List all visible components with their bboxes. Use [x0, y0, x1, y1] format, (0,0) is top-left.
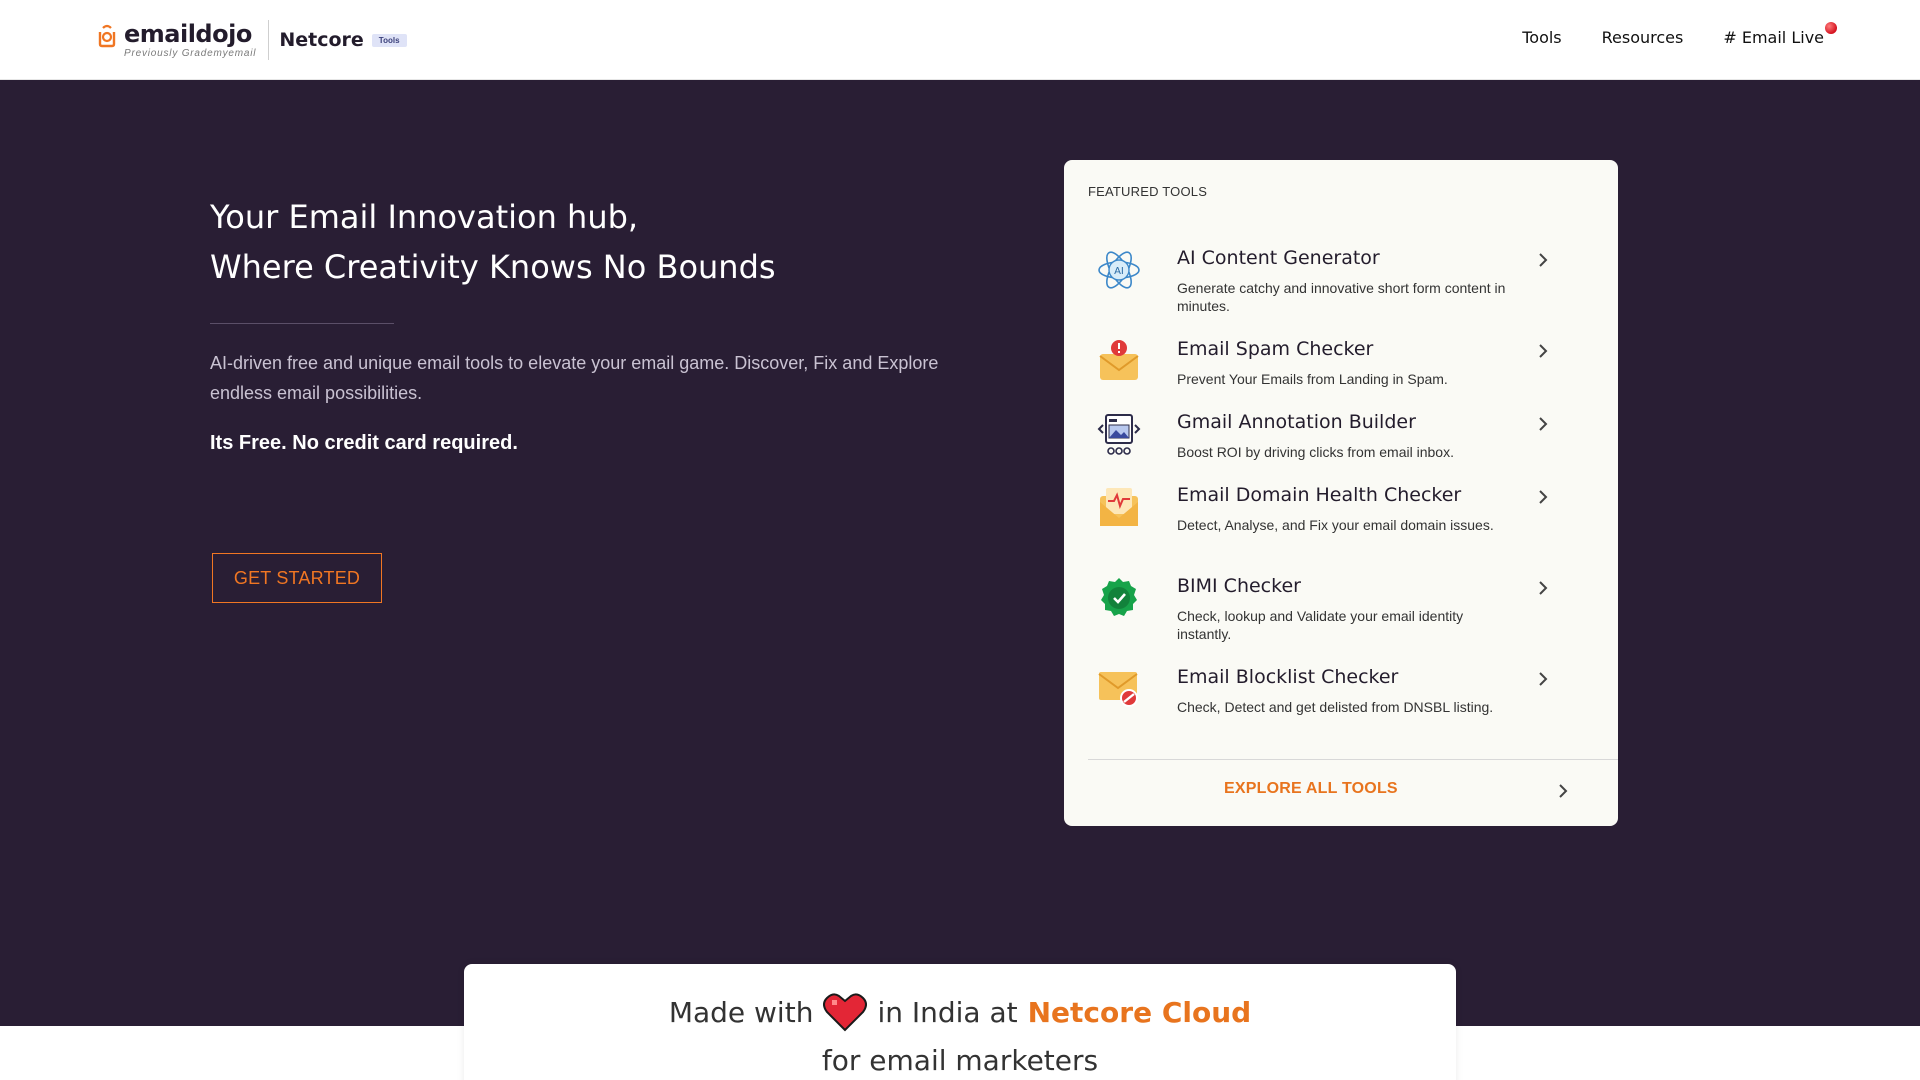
- partner-name: Netcore: [279, 29, 364, 51]
- for-marketers-text: for email marketers: [821, 1044, 1099, 1077]
- heart-icon: [823, 993, 868, 1032]
- tool-title: Gmail Annotation Builder: [1177, 411, 1416, 433]
- card-footer-divider: [1088, 759, 1618, 760]
- tool-description: Boost ROI by driving clicks from email i…: [1177, 444, 1454, 460]
- featured-tools-card: FEATURED TOOLS AI AI Content Generator G…: [1064, 160, 1618, 826]
- logo-text: emaildojo: [124, 20, 252, 48]
- top-header: emaildojo Previously Grademyemail Netcor…: [0, 0, 1920, 80]
- chevron-right-icon: [1539, 490, 1548, 504]
- tool-description: Prevent Your Emails from Landing in Spam…: [1177, 371, 1448, 387]
- tool-bimi-checker[interactable]: BIMI Checker Check, lookup and Validate …: [1088, 575, 1588, 655]
- explore-all-tools-link[interactable]: EXPLORE ALL TOOLS: [1224, 780, 1398, 798]
- chevron-right-icon: [1539, 672, 1548, 686]
- get-started-button[interactable]: GET STARTED: [212, 553, 382, 603]
- tool-title: AI Content Generator: [1177, 247, 1380, 269]
- tool-description: Check, lookup and Validate your email id…: [1177, 608, 1464, 642]
- spam-envelope-icon: [1099, 340, 1139, 380]
- chevron-right-icon: [1539, 344, 1548, 358]
- tool-email-domain-health-checker[interactable]: Email Domain Health Checker Detect, Anal…: [1088, 484, 1588, 564]
- tool-ai-content-generator[interactable]: AI AI Content Generator Generate catchy …: [1088, 247, 1588, 327]
- live-indicator-icon: [1825, 22, 1837, 34]
- hero-title-line1: Your Email Innovation hub,: [210, 198, 639, 236]
- partner-badge: Tools: [371, 33, 407, 47]
- brand-divider: [268, 20, 270, 60]
- main-nav: Tools Resources # Email Live: [1522, 22, 1837, 47]
- tool-title: Email Domain Health Checker: [1177, 484, 1462, 506]
- nav-email-live[interactable]: # Email Live: [1723, 22, 1837, 47]
- brand-logo[interactable]: emaildojo Previously Grademyemail Netcor…: [96, 18, 407, 62]
- nav-email-live-label: # Email Live: [1723, 28, 1824, 47]
- tool-title: Email Spam Checker: [1177, 338, 1374, 360]
- tool-description: Detect, Analyse, and Fix your email doma…: [1177, 517, 1494, 533]
- tool-email-blocklist-checker[interactable]: Email Blocklist Checker Check, Detect an…: [1088, 666, 1588, 746]
- made-with-banner: Made with in India at Netcore Cloud for …: [464, 964, 1456, 1080]
- verified-badge-icon: [1101, 578, 1137, 616]
- hero-title: Your Email Innovation hub, Where Creativ…: [210, 192, 776, 292]
- logo-subtext: Previously Grademyemail: [124, 48, 257, 59]
- hero-section: Your Email Innovation hub, Where Creativ…: [0, 80, 1920, 1026]
- in-india-text: in India at: [877, 995, 1018, 1029]
- chevron-right-icon: [1539, 417, 1548, 431]
- hero-description: AI-driven free and unique email tools to…: [210, 353, 939, 403]
- svg-text:AI: AI: [1114, 266, 1124, 277]
- domain-health-icon: [1100, 488, 1138, 526]
- hero-divider: [210, 323, 394, 324]
- nav-tools[interactable]: Tools: [1522, 28, 1561, 47]
- tool-gmail-annotation-builder[interactable]: Gmail Annotation Builder Boost ROI by dr…: [1088, 411, 1588, 471]
- tool-description: Generate catchy and innovative short for…: [1177, 280, 1506, 314]
- made-with-line: Made with in India at Netcore Cloud: [464, 992, 1456, 1032]
- ai-atom-icon: AI: [1098, 251, 1140, 289]
- chevron-right-icon: [1539, 581, 1548, 595]
- tool-title: Email Blocklist Checker: [1177, 666, 1399, 688]
- made-with-text: Made with: [668, 995, 814, 1029]
- free-note: Its Free. No credit card required.: [210, 432, 518, 454]
- annotation-builder-icon: [1097, 414, 1141, 455]
- featured-tools-label: FEATURED TOOLS: [1088, 184, 1208, 199]
- chevron-right-icon[interactable]: [1554, 782, 1572, 800]
- netcore-cloud-link[interactable]: Netcore Cloud: [1028, 996, 1252, 1029]
- tool-description: Check, Detect and get delisted from DNSB…: [1177, 699, 1494, 715]
- tool-title: BIMI Checker: [1177, 575, 1301, 597]
- hero-title-line2: Where Creativity Knows No Bounds: [210, 248, 776, 286]
- emaildojo-logo-icon: [98, 24, 116, 48]
- chevron-right-icon: [1539, 253, 1548, 267]
- tool-email-spam-checker[interactable]: Email Spam Checker Prevent Your Emails f…: [1088, 338, 1588, 398]
- blocklist-envelope-icon: [1098, 672, 1138, 707]
- nav-resources[interactable]: Resources: [1602, 28, 1684, 47]
